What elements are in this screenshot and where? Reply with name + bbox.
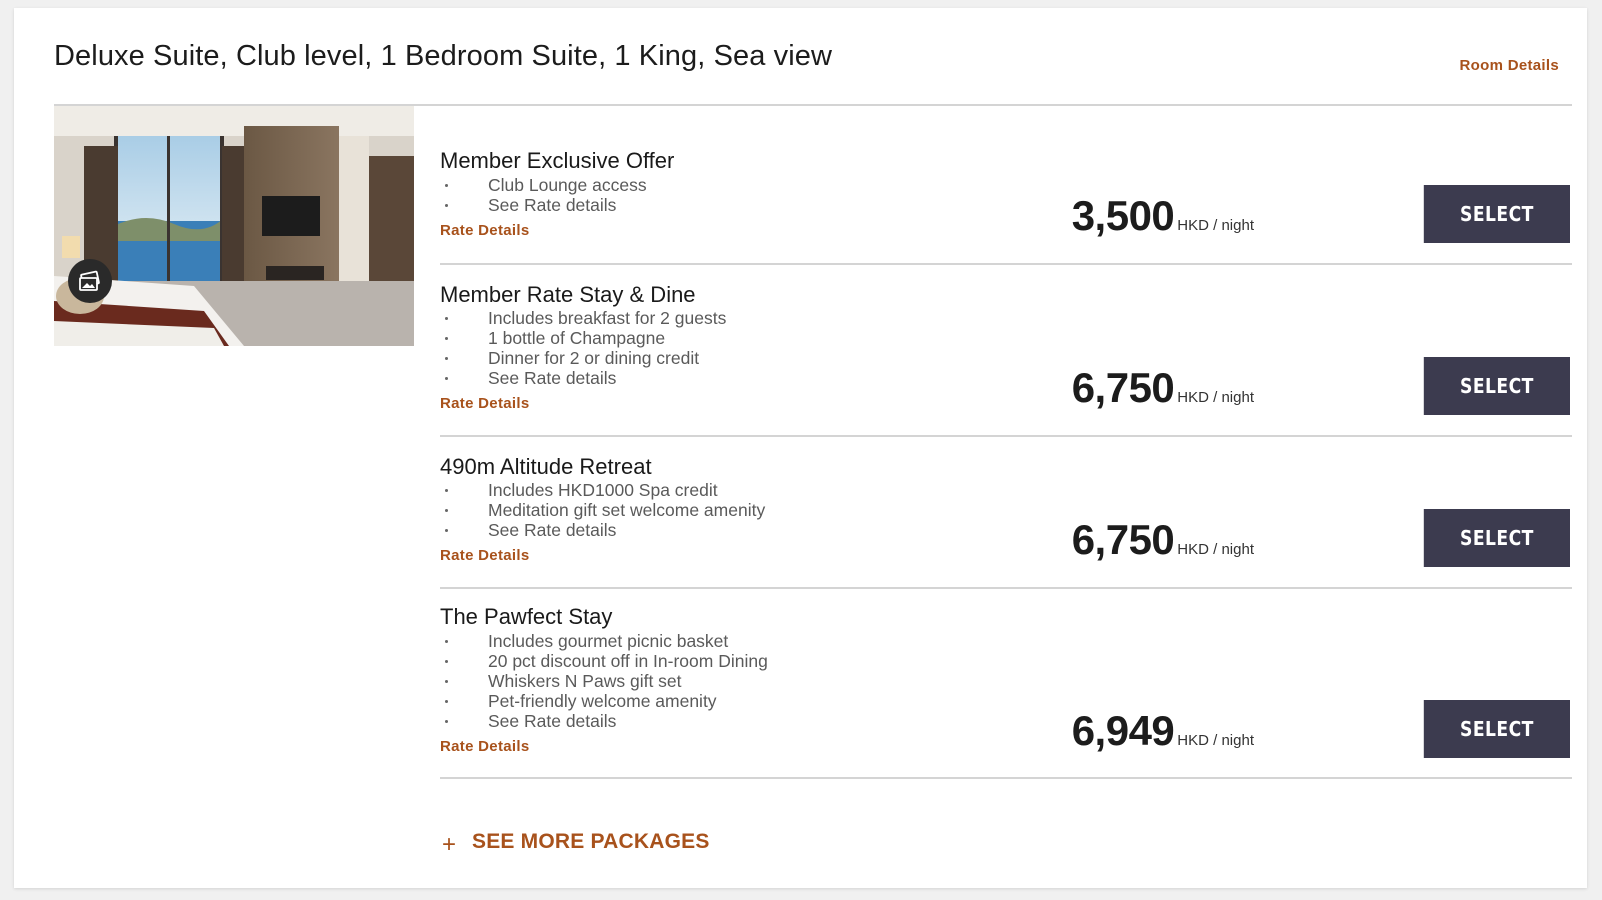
see-more-packages-button[interactable]: + SEE MORE PACKAGES bbox=[442, 825, 710, 859]
perk-list: Includes HKD1000 Spa credit Meditation g… bbox=[440, 480, 765, 540]
price: 6,949 HKD / night bbox=[1072, 707, 1254, 755]
price-unit: HKD / night bbox=[1177, 217, 1254, 234]
select-button[interactable]: SELECT bbox=[1423, 357, 1570, 415]
rate-row: Member Rate Stay & Dine Includes breakfa… bbox=[440, 265, 1572, 437]
rate-details-link[interactable]: Rate Details bbox=[440, 395, 529, 412]
price-unit: HKD / night bbox=[1177, 732, 1254, 749]
room-photo-image bbox=[54, 106, 414, 346]
perk-list: Club Lounge access See Rate details bbox=[440, 175, 647, 215]
perk-item: Whiskers N Paws gift set bbox=[440, 671, 768, 691]
price: 6,750 HKD / night bbox=[1072, 516, 1254, 564]
perk-item: Includes HKD1000 Spa credit bbox=[440, 480, 765, 500]
price-amount: 6,750 bbox=[1071, 364, 1175, 411]
price-amount: 6,750 bbox=[1071, 516, 1175, 563]
gallery-button[interactable] bbox=[68, 259, 112, 303]
perk-item: 1 bottle of Champagne bbox=[440, 328, 726, 348]
room-photo[interactable] bbox=[54, 106, 414, 346]
see-more-label: SEE MORE PACKAGES bbox=[472, 830, 710, 853]
select-button[interactable]: SELECT bbox=[1423, 700, 1570, 758]
price: 6,750 HKD / night bbox=[1072, 364, 1254, 412]
room-title: Deluxe Suite, Club level, 1 Bedroom Suit… bbox=[54, 40, 833, 72]
room-card: Deluxe Suite, Club level, 1 Bedroom Suit… bbox=[14, 8, 1587, 888]
rate-name: 490m Altitude Retreat bbox=[440, 454, 652, 479]
perk-item: Includes breakfast for 2 guests bbox=[440, 308, 726, 328]
price-unit: HKD / night bbox=[1177, 389, 1254, 406]
perk-item: 20 pct discount off in In-room Dining bbox=[440, 651, 768, 671]
price-unit: HKD / night bbox=[1177, 541, 1254, 558]
rate-row: The Pawfect Stay Includes gourmet picnic… bbox=[440, 589, 1572, 779]
rate-row: Member Exclusive Offer Club Lounge acces… bbox=[440, 106, 1572, 265]
rate-details-link[interactable]: Rate Details bbox=[440, 222, 529, 239]
perk-item: Club Lounge access bbox=[440, 175, 647, 195]
perk-item: See Rate details bbox=[440, 368, 726, 388]
select-button[interactable]: SELECT bbox=[1423, 509, 1570, 567]
rate-name: Member Rate Stay & Dine bbox=[440, 282, 696, 307]
rate-name: Member Exclusive Offer bbox=[440, 148, 675, 173]
perk-item: See Rate details bbox=[440, 520, 765, 540]
price: 3,500 HKD / night bbox=[1072, 192, 1254, 240]
room-details-link[interactable]: Room Details bbox=[1460, 57, 1559, 74]
perk-list: Includes gourmet picnic basket 20 pct di… bbox=[440, 631, 768, 731]
rate-name: The Pawfect Stay bbox=[440, 604, 613, 629]
perk-item: Includes gourmet picnic basket bbox=[440, 631, 768, 651]
perk-list: Includes breakfast for 2 guests 1 bottle… bbox=[440, 308, 726, 388]
price-amount: 3,500 bbox=[1071, 192, 1175, 239]
gallery-icon bbox=[79, 270, 100, 291]
rate-row: 490m Altitude Retreat Includes HKD1000 S… bbox=[440, 437, 1572, 589]
perk-item: Dinner for 2 or dining credit bbox=[440, 348, 726, 368]
perk-item: See Rate details bbox=[440, 711, 768, 731]
perk-item: See Rate details bbox=[440, 195, 647, 215]
perk-item: Meditation gift set welcome amenity bbox=[440, 500, 765, 520]
plus-icon: + bbox=[442, 831, 457, 858]
rate-details-link[interactable]: Rate Details bbox=[440, 738, 529, 755]
perk-item: Pet-friendly welcome amenity bbox=[440, 691, 768, 711]
select-button[interactable]: SELECT bbox=[1423, 185, 1570, 243]
rate-details-link[interactable]: Rate Details bbox=[440, 547, 529, 564]
price-amount: 6,949 bbox=[1071, 707, 1175, 754]
